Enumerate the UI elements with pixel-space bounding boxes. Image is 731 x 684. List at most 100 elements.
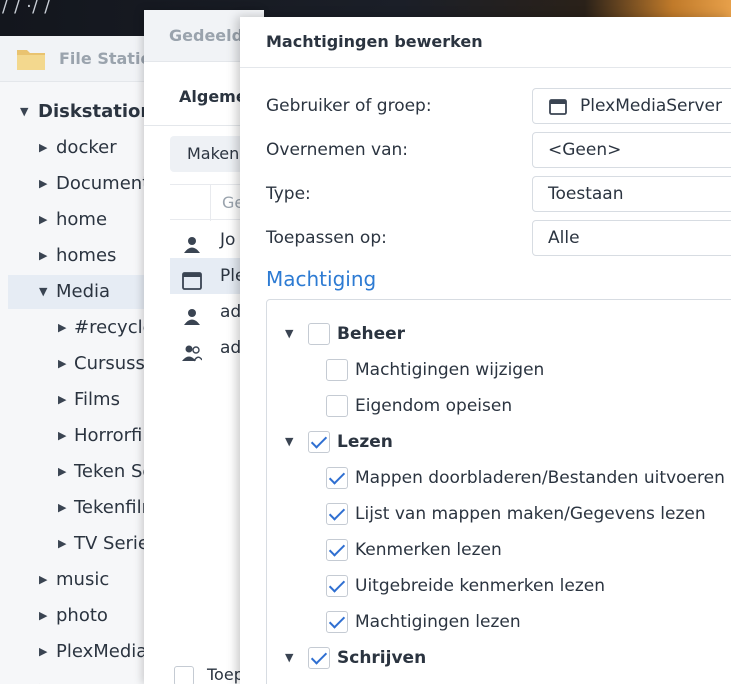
file-station-window: File Statio ▼ Diskstation ▶ docker ▶ Document…	[0, 36, 160, 684]
permission-checkbox[interactable]	[326, 395, 348, 417]
tree-item-label: music	[56, 569, 110, 590]
tree-item[interactable]: ▶ TV Series	[8, 527, 160, 561]
permission-item: Uitgebreide kenmerken lezen	[267, 572, 731, 600]
permission-group-lezen: ▼ Lezen	[267, 428, 727, 456]
permission-item: Mappen doorbladeren/Bestanden uitvoeren	[267, 464, 731, 492]
group-label: Schrijven	[337, 648, 427, 668]
permission-item: Machtigingen lezen	[267, 608, 731, 636]
dialog-title: Machtigingen bewerken	[266, 32, 483, 51]
permission-checkbox[interactable]	[326, 611, 348, 633]
tree-item[interactable]: ▶ #recycle	[8, 311, 160, 345]
tree-item-label: photo	[56, 605, 108, 626]
group-icon	[182, 339, 203, 362]
tree-item[interactable]: ▶ Films	[8, 383, 160, 417]
caret-right-icon[interactable]: ▶	[58, 419, 66, 453]
caret-right-icon[interactable]: ▶	[58, 383, 66, 417]
group-checkbox[interactable]	[308, 323, 330, 345]
tree-item[interactable]: ▶ ···	[8, 671, 160, 684]
app-window-icon	[182, 267, 202, 290]
caret-right-icon[interactable]: ▶	[39, 671, 47, 684]
tab-general[interactable]: Algeme	[179, 87, 247, 106]
app-window-icon	[549, 99, 567, 115]
permission-checkbox[interactable]	[326, 467, 348, 489]
group-checkbox[interactable]	[308, 647, 330, 669]
wallpaper-text: / / ·/ /	[2, 0, 51, 17]
tree-item-label: home	[56, 209, 108, 230]
tree-item[interactable]: ▼ Media	[8, 275, 160, 309]
folder-icon	[17, 50, 45, 70]
permission-group-schrijven: ▼ Schrijven	[267, 644, 727, 672]
permission-section-title: Machtiging	[266, 267, 377, 291]
caret-down-icon[interactable]: ▼	[20, 95, 28, 129]
type-select[interactable]: Toestaan	[532, 176, 731, 212]
permission-label: Machtigingen lezen	[355, 612, 521, 632]
caret-down-icon[interactable]: ▼	[39, 275, 47, 309]
caret-down-icon[interactable]: ▼	[285, 320, 293, 348]
caret-right-icon[interactable]: ▶	[39, 599, 47, 633]
permission-panel: ▼ Beheer Machtigingen wijzigen Eigendom ope…	[266, 299, 731, 684]
user-icon	[182, 303, 202, 325]
tree-item[interactable]: ▶ Tekenfilms	[8, 491, 160, 525]
caret-right-icon[interactable]: ▶	[58, 455, 66, 489]
group-checkbox[interactable]	[308, 431, 330, 453]
tree-item[interactable]: ▶ Cursussen	[8, 347, 160, 381]
tree-item[interactable]: ▶ photo	[8, 599, 160, 633]
permission-checkbox[interactable]	[326, 359, 348, 381]
caret-right-icon[interactable]: ▶	[58, 311, 66, 345]
user-icon	[182, 231, 202, 253]
caret-right-icon[interactable]: ▶	[58, 491, 66, 525]
permission-label: Lijst van mappen maken/Gegevens lezen	[355, 504, 706, 524]
tree-item-label: Media	[56, 281, 111, 302]
caret-right-icon[interactable]: ▶	[39, 131, 47, 165]
permission-checkbox[interactable]	[326, 503, 348, 525]
group-label: Beheer	[337, 324, 406, 344]
permission-checkbox[interactable]	[326, 575, 348, 597]
caret-right-icon[interactable]: ▶	[39, 203, 47, 237]
permission-label: Uitgebreide kenmerken lezen	[355, 576, 606, 596]
permission-label: Machtigingen wijzigen	[355, 360, 545, 380]
permission-item: Eigendom opeisen	[267, 392, 731, 420]
row-label: Jo	[220, 230, 236, 250]
tree-item[interactable]: ▶ Teken Se	[8, 455, 160, 489]
tree-item-label: #recycle	[74, 317, 154, 338]
type-label: Type:	[266, 184, 311, 204]
tree-item-label: homes	[56, 245, 117, 266]
apply-to-select[interactable]: Alle	[532, 220, 731, 256]
caret-down-icon[interactable]: ▼	[285, 644, 293, 672]
user-or-group-value: PlexMediaServer	[580, 96, 723, 116]
caret-right-icon[interactable]: ▶	[39, 635, 47, 669]
inherit-from-label: Overnemen van:	[266, 140, 409, 160]
apply-checkbox-label: Toep	[207, 665, 244, 684]
file-station-title-bar[interactable]: File Statio	[0, 36, 160, 82]
tree-item[interactable]: ▶Horrorfilms	[8, 419, 160, 453]
permission-item: Lijst van mappen maken/Gegevens lezen	[267, 500, 731, 528]
tree-item[interactable]: ▶ PlexMediaS	[8, 635, 160, 669]
caret-right-icon[interactable]: ▶	[39, 563, 47, 597]
inherit-from-field[interactable]: <Geen>	[532, 132, 731, 168]
tree-item[interactable]: ▶ homes	[8, 239, 160, 273]
permission-label: Kenmerken lezen	[355, 540, 502, 560]
tree-item[interactable]: ▶ docker	[8, 131, 160, 165]
caret-down-icon[interactable]: ▼	[285, 428, 293, 456]
tree-item-label: Diskstation	[38, 101, 154, 122]
user-or-group-label: Gebruiker of groep:	[266, 96, 432, 116]
caret-right-icon[interactable]: ▶	[58, 347, 66, 381]
permission-item: Machtigingen wijzigen	[267, 356, 731, 384]
tree-item-label: Teken Se	[74, 461, 154, 482]
tree-item[interactable]: ▶ music	[8, 563, 160, 597]
caret-right-icon[interactable]: ▶	[39, 239, 47, 273]
caret-right-icon[interactable]: ▶	[39, 167, 47, 201]
tree-item-label: Films	[74, 389, 120, 410]
user-or-group-field[interactable]: PlexMediaServer	[532, 88, 731, 124]
apply-checkbox[interactable]	[174, 666, 194, 684]
caret-right-icon[interactable]: ▶	[58, 527, 66, 561]
tree-item[interactable]: ▶ home	[8, 203, 160, 237]
dialog-header[interactable]: Machtigingen bewerken	[240, 17, 731, 68]
tree-item[interactable]: ▶ Documents	[8, 167, 160, 201]
permission-label: Mappen doorbladeren/Bestanden uitvoeren	[355, 468, 725, 488]
edit-permissions-dialog: Machtigingen bewerken Gebruiker of groep…	[240, 17, 731, 684]
tree-item[interactable]: ▼ Diskstation	[8, 95, 160, 129]
permission-checkbox[interactable]	[326, 539, 348, 561]
file-station-title: File Statio	[59, 49, 152, 68]
tree-item-label: docker	[56, 137, 117, 158]
